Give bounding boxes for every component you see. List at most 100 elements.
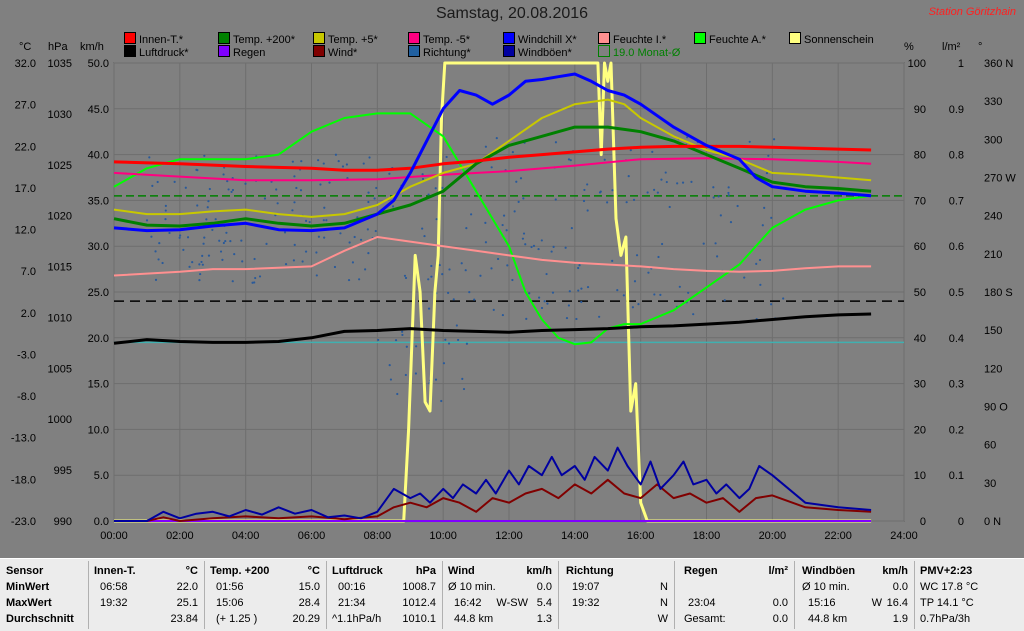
direction-point [473,298,476,301]
direction-point [178,236,181,239]
direction-point [564,246,567,249]
direction-point [580,287,583,290]
direction-point [484,241,488,244]
direction-point [368,156,371,159]
temp-axis-label: 12.0 [15,225,36,237]
rain-axis-label: 0.9 [949,104,964,116]
direction-point [401,330,404,333]
direction-point [396,392,399,396]
rain-axis-label: 0.2 [949,424,964,436]
wind-header: Wind [448,565,475,577]
direction-point [333,265,337,269]
direction-point [233,253,236,256]
direction-point [191,261,194,264]
direction-point [543,300,546,303]
direction-point [427,193,430,196]
direction-point [692,313,695,316]
wind-distance: 44.8 km [454,613,494,625]
direction-point [625,201,628,204]
direction-point [446,291,450,294]
direction-point [646,191,649,194]
rain-axis-label: 0.7 [949,195,964,207]
direction-axis-label: 240 [984,211,1002,223]
direction-point [462,387,466,391]
pmv-pressure-trend: 0.7hPa/3h [920,613,971,625]
direction-point [678,285,681,288]
humidity-axis-label: 90 [914,104,926,116]
direction-point [782,297,785,300]
direction-point [323,206,326,209]
direction-point [570,226,573,230]
stats-min-label: MinWert [6,581,50,593]
wind-avg10-value: 0.0 [536,581,552,593]
stats-col-wind: Wind km/h Ø 10 min. 0.0 16:42 W-SW 5.4 44.8 … [448,559,554,631]
direction-point [447,342,451,345]
rain-axis-label: 0.4 [949,333,964,345]
direction-point [388,364,391,367]
humidity-axis-label: 30 [914,379,926,391]
direction-point [522,197,525,200]
direction-point [184,186,187,189]
x-tick-label: 02:00 [166,530,194,542]
direction-point [319,183,322,186]
direction-point [513,210,516,213]
direction-point [743,276,746,279]
direction-point [291,209,294,212]
direction-point [276,202,279,205]
stats-panel: Sensor MinWert MaxWert Durchschnitt Inne… [0,558,1024,631]
direction-point [401,333,404,337]
direction-point [227,188,230,191]
direction-point [578,264,581,267]
richtung-max-value: N [660,597,668,609]
direction-point [496,257,500,261]
direction-point [583,188,586,192]
direction-point [550,250,553,253]
direction-point [253,281,256,284]
boen-max-value: 16.4 [886,597,908,609]
direction-point [501,313,504,317]
x-tick-label: 16:00 [627,530,655,542]
direction-point [687,291,690,294]
direction-point [490,166,493,169]
direction-point [521,237,525,240]
direction-point [519,177,523,180]
boen-avg10-value: 0.0 [892,581,908,593]
direction-point [317,159,320,162]
direction-point [505,229,508,232]
rain-axis-label: 1 [958,58,964,70]
direction-point [157,258,160,261]
pmv-windchill: WC 17.8 °C [920,581,979,593]
direction-point [511,278,514,282]
direction-point [299,189,303,192]
direction-point [315,274,318,277]
direction-point [291,160,294,163]
direction-point [545,272,548,276]
boen-header: Windböen [802,565,856,577]
temp-axis-label: -13.0 [11,433,36,445]
direction-point [661,242,664,246]
regen-total-label: Gesamt: [684,613,726,625]
direction-point [616,289,619,292]
rain-axis-label: 0 [958,516,964,528]
luft-min-value: 1008.7 [402,581,436,593]
direction-point [156,180,159,184]
stats-col-innen: Innen-T. °C 06:58 22.0 19:32 25.1 23.84 [94,559,200,631]
direction-point [367,191,370,194]
direction-point [315,251,318,254]
direction-point [532,244,536,247]
direction-point [263,197,267,200]
stats-col-windboeen: Windböen km/h Ø 10 min. 0.0 15:16 W 16.4 44.… [800,559,910,631]
direction-point [767,154,770,157]
wind-axis-label: 30.0 [88,241,109,253]
direction-point [339,232,342,235]
direction-point [201,254,204,257]
boen-max-direction: W [871,597,882,609]
direction-point [225,231,228,234]
stats-col-richtung: Richtung 19:07 N 19:32 N W [564,559,670,631]
direction-point [668,205,671,209]
direction-point [148,156,151,159]
direction-point [377,338,380,342]
direction-point [656,191,659,194]
direction-point [351,261,355,264]
direction-point [577,289,580,292]
